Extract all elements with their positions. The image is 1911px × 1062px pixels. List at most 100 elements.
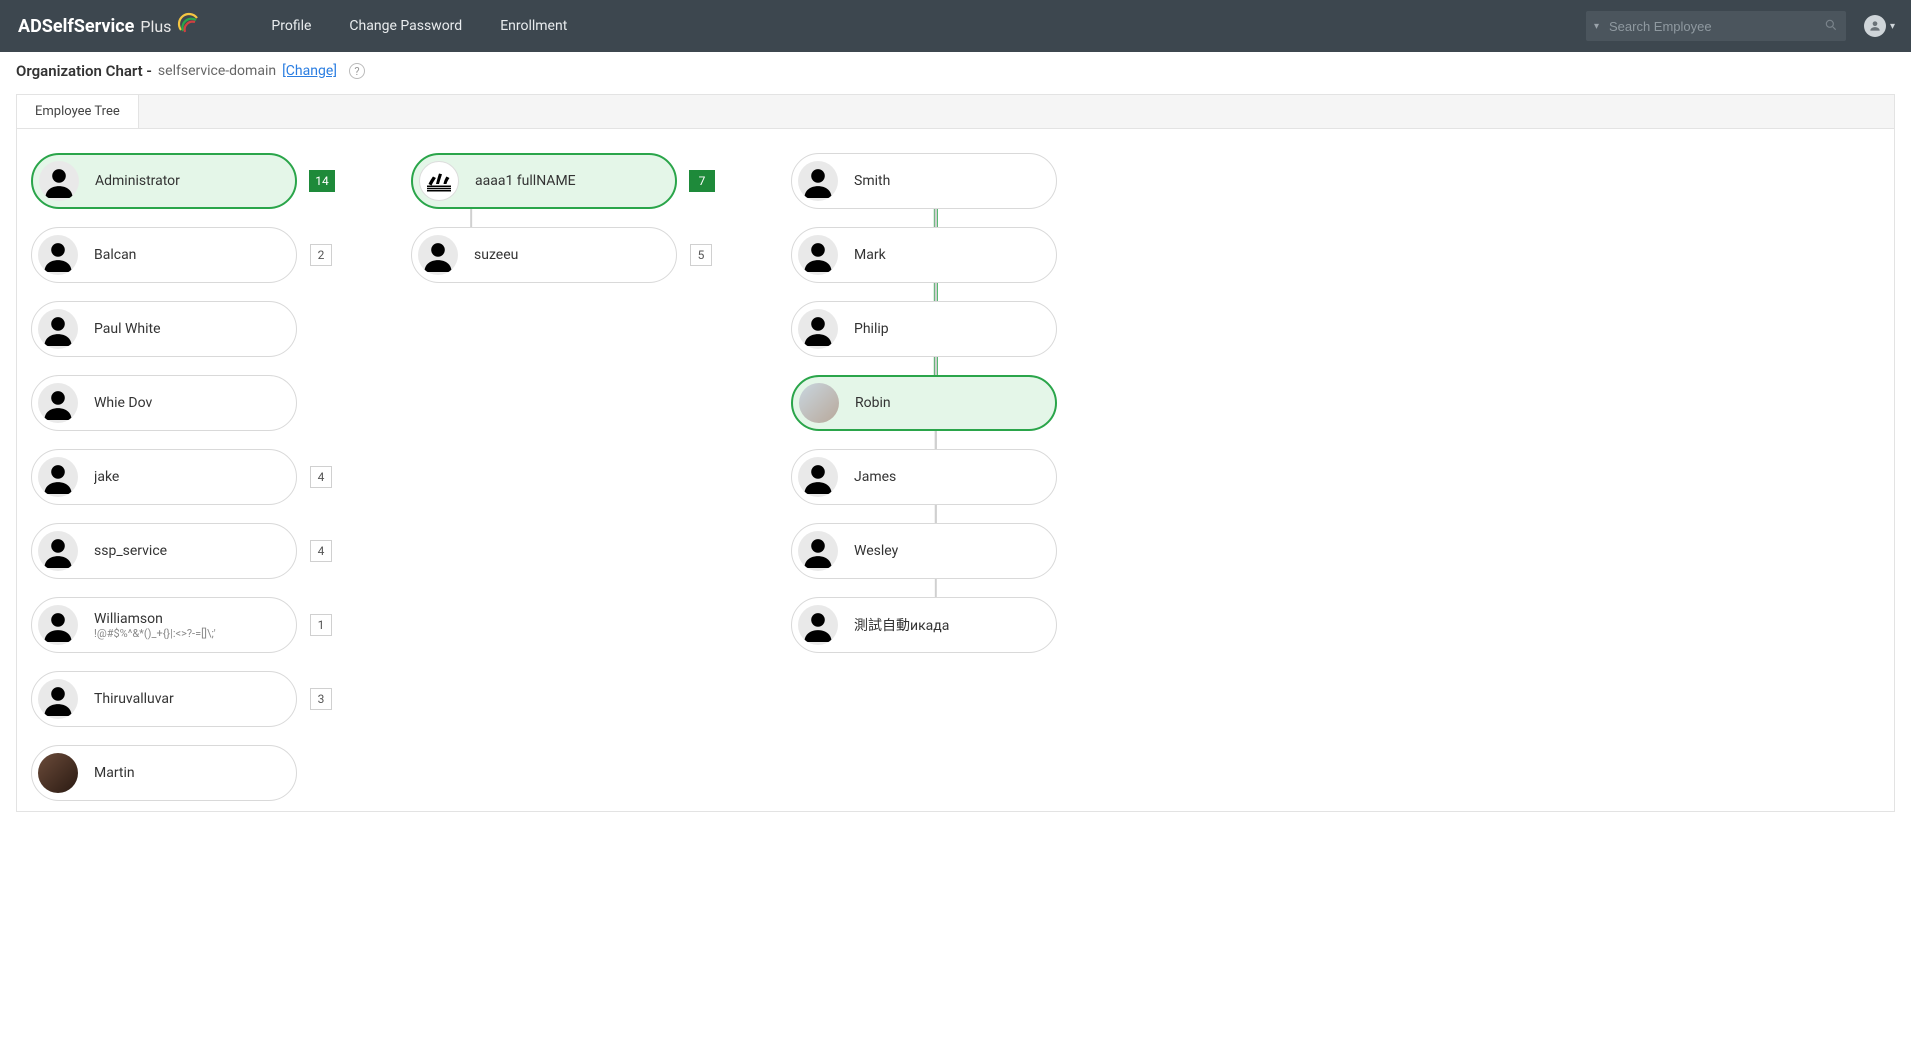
employee-text: Thiruvalluvar xyxy=(94,691,174,707)
employee-text: 測試自動икада xyxy=(854,615,949,635)
employee-node[interactable]: Mark xyxy=(791,227,1057,283)
org-column: Smith Mark Philip Robin James Wesley 測試自動икада xyxy=(791,153,1091,801)
employee-node[interactable]: Wesley xyxy=(791,523,1057,579)
employee-node[interactable]: Balcan2 xyxy=(31,227,297,283)
employee-name: Whie Dov xyxy=(94,395,152,411)
user-menu[interactable]: ▾ xyxy=(1864,15,1895,37)
help-icon[interactable]: ? xyxy=(349,63,365,79)
direct-reports-count[interactable]: 4 xyxy=(310,466,332,488)
employee-name: jake xyxy=(94,469,119,485)
direct-reports-count[interactable]: 2 xyxy=(310,244,332,266)
change-domain-link[interactable]: [Change] xyxy=(282,63,337,79)
employee-text: Williamson!@#$%^&*()_+{}|:<>?-=[]\;' xyxy=(94,611,216,640)
direct-reports-count[interactable]: 3 xyxy=(310,688,332,710)
employee-text: ssp_service xyxy=(94,543,167,559)
brand-plus: Plus xyxy=(140,17,171,36)
employee-text: Paul White xyxy=(94,321,161,337)
employee-node[interactable]: Paul White xyxy=(31,301,297,357)
employee-text: Philip xyxy=(854,321,889,337)
employee-text: aaaa1 fullNAME xyxy=(475,173,576,189)
avatar-icon xyxy=(798,605,838,645)
brand-logo: ADSelfService Plus xyxy=(18,12,201,41)
employee-name: Paul White xyxy=(94,321,161,337)
top-nav: Profile Change Password Enrollment xyxy=(271,18,567,34)
employee-node[interactable]: aaaa1 fullNAME7 xyxy=(411,153,677,209)
avatar-icon xyxy=(798,457,838,497)
employee-name: James xyxy=(854,469,896,485)
avatar-icon xyxy=(798,161,838,201)
employee-name: Martin xyxy=(94,765,135,781)
direct-reports-count[interactable]: 5 xyxy=(690,244,712,266)
employee-node[interactable]: Martin xyxy=(31,745,297,801)
employee-node[interactable]: Administrator14 xyxy=(31,153,297,209)
direct-reports-badge[interactable]: 7 xyxy=(689,170,715,192)
employee-text: Balcan xyxy=(94,247,136,263)
employee-text: Mark xyxy=(854,247,886,263)
avatar-icon xyxy=(38,235,78,275)
employee-name: Williamson xyxy=(94,611,216,627)
nav-change-password[interactable]: Change Password xyxy=(349,18,462,34)
avatar-icon xyxy=(38,679,78,719)
avatar-icon xyxy=(38,605,78,645)
topbar: ADSelfService Plus Profile Change Passwo… xyxy=(0,0,1911,52)
org-chart-canvas: Administrator14Balcan2Paul WhiteWhie Dov… xyxy=(16,128,1895,812)
avatar-icon xyxy=(39,161,79,201)
employee-node[interactable]: Williamson!@#$%^&*()_+{}|:<>?-=[]\;'1 xyxy=(31,597,297,653)
user-avatar-icon xyxy=(1864,15,1886,37)
employee-node[interactable]: Philip xyxy=(791,301,1057,357)
nav-profile[interactable]: Profile xyxy=(271,18,311,34)
org-column: aaaa1 fullNAME7suzeeu5 xyxy=(411,153,711,801)
employee-node[interactable]: Smith xyxy=(791,153,1057,209)
search-employee[interactable]: ▾ xyxy=(1586,11,1846,41)
avatar-icon xyxy=(38,383,78,423)
employee-text: jake xyxy=(94,469,119,485)
employee-text: suzeeu xyxy=(474,247,518,263)
search-input[interactable] xyxy=(1609,19,1818,34)
chevron-down-icon: ▾ xyxy=(1890,21,1895,32)
avatar-icon xyxy=(418,235,458,275)
tab-strip: Employee Tree xyxy=(16,94,1895,128)
employee-name: Philip xyxy=(854,321,889,337)
org-column: Administrator14Balcan2Paul WhiteWhie Dov… xyxy=(31,153,331,801)
search-scope-caret-icon[interactable]: ▾ xyxy=(1594,21,1599,32)
employee-name: 測試自動икада xyxy=(854,615,949,635)
nav-enrollment[interactable]: Enrollment xyxy=(500,18,567,34)
employee-node[interactable]: Thiruvalluvar3 xyxy=(31,671,297,727)
search-icon[interactable] xyxy=(1824,17,1838,36)
avatar-photo xyxy=(38,753,78,793)
employee-text: Martin xyxy=(94,765,135,781)
employee-node[interactable]: jake4 xyxy=(31,449,297,505)
avatar-icon xyxy=(38,531,78,571)
brand-bold: ADSelfService xyxy=(18,16,134,37)
tab-label: Employee Tree xyxy=(35,104,120,119)
avatar-photo xyxy=(799,383,839,423)
employee-node[interactable]: Robin xyxy=(791,375,1057,431)
avatar-icon xyxy=(798,309,838,349)
employee-name: Mark xyxy=(854,247,886,263)
employee-name: ssp_service xyxy=(94,543,167,559)
employee-name: aaaa1 fullNAME xyxy=(475,173,576,189)
direct-reports-count[interactable]: 1 xyxy=(310,614,332,636)
employee-name: Balcan xyxy=(94,247,136,263)
avatar-icon xyxy=(38,457,78,497)
employee-subtitle: !@#$%^&*()_+{}|:<>?-=[]\;' xyxy=(94,627,216,640)
tab-employee-tree[interactable]: Employee Tree xyxy=(17,95,139,128)
employee-name: Smith xyxy=(854,173,890,189)
employee-node[interactable]: James xyxy=(791,449,1057,505)
avatar-icon xyxy=(38,309,78,349)
employee-name: Thiruvalluvar xyxy=(94,691,174,707)
employee-text: Smith xyxy=(854,173,890,189)
employee-text: Robin xyxy=(855,395,891,411)
direct-reports-count[interactable]: 4 xyxy=(310,540,332,562)
employee-name: Wesley xyxy=(854,543,898,559)
employee-node[interactable]: 測試自動икада xyxy=(791,597,1057,653)
brand-arc-icon xyxy=(177,12,201,41)
employee-text: Whie Dov xyxy=(94,395,152,411)
employee-node[interactable]: suzeeu5 xyxy=(411,227,677,283)
employee-node[interactable]: ssp_service4 xyxy=(31,523,297,579)
employee-text: James xyxy=(854,469,896,485)
page-title: Organization Chart - xyxy=(16,62,152,80)
avatar-icon xyxy=(798,235,838,275)
direct-reports-badge[interactable]: 14 xyxy=(309,170,335,192)
employee-node[interactable]: Whie Dov xyxy=(31,375,297,431)
